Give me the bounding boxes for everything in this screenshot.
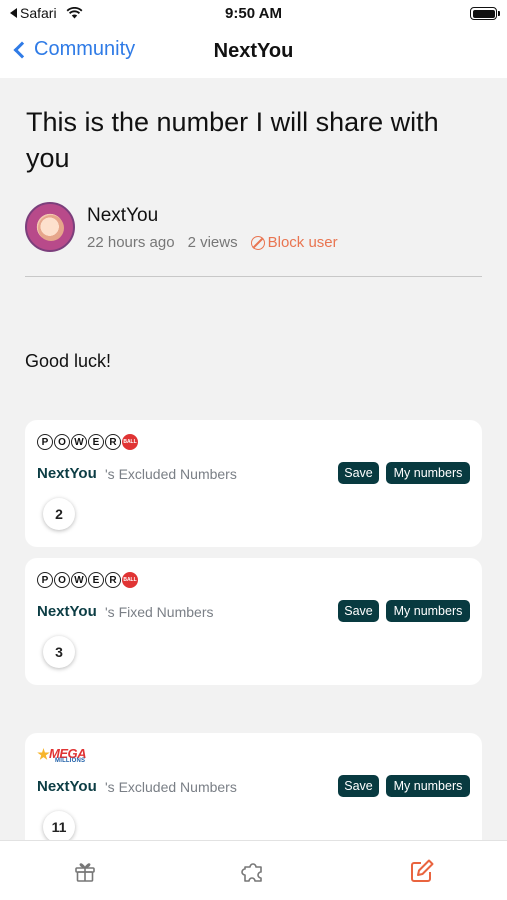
logo-letter: W (71, 572, 87, 588)
navigation-bar: Community NextYou (0, 28, 507, 78)
status-time: 9:50 AM (225, 5, 282, 22)
save-button[interactable]: Save (338, 600, 379, 622)
number-card: MEGA MILLIONS NextYou 's Excluded Number… (25, 733, 482, 840)
logo-letter: O (54, 434, 70, 450)
tab-puzzle[interactable] (239, 857, 267, 885)
puzzle-icon (241, 863, 262, 882)
avatar[interactable] (25, 202, 75, 252)
post-views: 2 views (187, 234, 238, 251)
post-meta: 22 hours ago 2 views Block user (87, 234, 338, 251)
logo-letter: P (37, 434, 53, 450)
author-name[interactable]: NextYou (87, 205, 158, 227)
save-button[interactable]: Save (338, 462, 379, 484)
divider (25, 276, 482, 277)
number-card: P O W E R BALL NextYou 's Excluded Numbe… (25, 420, 482, 547)
mega-millions-logo: MEGA MILLIONS (37, 745, 87, 769)
card-label: 's Excluded Numbers (105, 466, 237, 482)
powerball-logo: P O W E R BALL (37, 572, 139, 588)
block-user-label: Block user (267, 234, 338, 251)
status-bar: Safari 9:50 AM (0, 0, 507, 28)
page-title: NextYou (213, 40, 294, 62)
post-title: This is the number I will share with you (26, 107, 439, 173)
number-ball: 2 (43, 498, 75, 530)
logo-letter: O (54, 572, 70, 588)
number-ball: 11 (43, 811, 75, 840)
logo-letter: E (88, 572, 104, 588)
post-content[interactable]: This is the number I will share with you… (0, 78, 507, 840)
block-user-button[interactable]: Block user (250, 234, 338, 251)
post-time: 22 hours ago (87, 234, 175, 251)
my-numbers-button[interactable]: My numbers (386, 775, 470, 797)
logo-red-ball: BALL (122, 434, 138, 450)
card-owner-name[interactable]: NextYou (37, 778, 97, 795)
tab-write[interactable] (408, 857, 436, 885)
logo-letter: E (88, 434, 104, 450)
logo-red-ball: BALL (122, 572, 138, 588)
mega-logo-subtext: MILLIONS (55, 758, 86, 764)
card-label: 's Excluded Numbers (105, 779, 237, 795)
pointing-hand-image (38, 215, 64, 241)
my-numbers-button[interactable]: My numbers (386, 462, 470, 484)
post-body: Good luck! (25, 351, 112, 371)
card-owner-name[interactable]: NextYou (37, 465, 97, 482)
tab-gifts[interactable] (71, 857, 99, 885)
my-numbers-button[interactable]: My numbers (386, 600, 470, 622)
number-ball: 3 (43, 636, 75, 668)
battery-icon (470, 7, 500, 20)
gift-icon (75, 863, 95, 882)
logo-letter: R (105, 572, 121, 588)
number-card: P O W E R BALL NextYou 's Fixed Numbers … (25, 558, 482, 685)
save-button[interactable]: Save (338, 775, 379, 797)
tab-bar (0, 840, 507, 900)
block-icon (250, 235, 265, 250)
logo-letter: W (71, 434, 87, 450)
card-owner-name[interactable]: NextYou (37, 603, 97, 620)
edit-icon (411, 859, 434, 882)
logo-letter: P (37, 572, 53, 588)
powerball-logo: P O W E R BALL (37, 434, 139, 450)
card-label: 's Fixed Numbers (105, 604, 214, 620)
logo-letter: R (105, 434, 121, 450)
